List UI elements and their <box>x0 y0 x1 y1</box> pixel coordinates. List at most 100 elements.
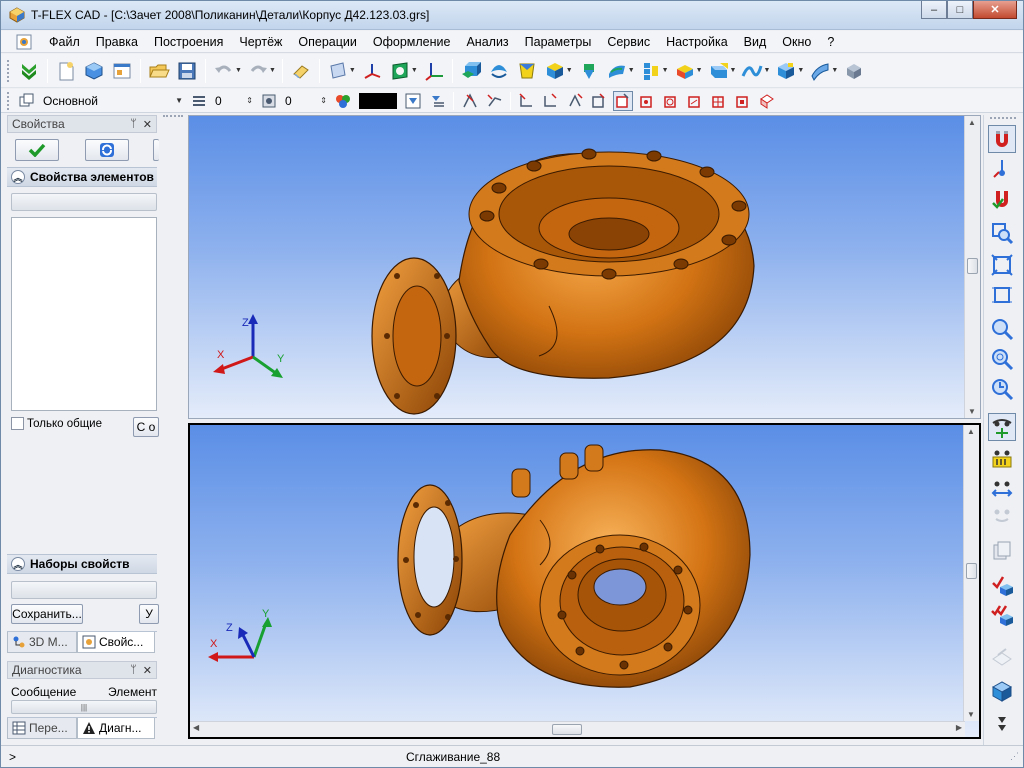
select-face-icon[interactable] <box>565 91 585 111</box>
menu-drawing[interactable]: Чертёж <box>231 31 290 53</box>
profile-icon[interactable] <box>388 59 412 83</box>
tab-variables[interactable]: Пере... <box>7 718 77 739</box>
partial-button-c[interactable]: С о <box>133 417 159 437</box>
save-sets-button[interactable]: Сохранить... <box>11 604 83 624</box>
resize-grip-icon[interactable]: ⋰ <box>1010 751 1019 762</box>
3d-viewport-bottom[interactable]: Z X Y ▲ ▼ ◀ ▶ <box>188 423 981 739</box>
snap-point-icon[interactable] <box>988 155 1016 183</box>
menu-file[interactable]: Файл <box>41 31 88 53</box>
viewport-top-vscroll[interactable]: ▲ ▼ <box>964 116 980 418</box>
save-icon[interactable] <box>175 59 199 83</box>
menu-window[interactable]: Окно <box>774 31 819 53</box>
property-sets-combo[interactable] <box>11 581 157 599</box>
menu-view[interactable]: Вид <box>736 31 775 53</box>
snap-vertex-icon[interactable] <box>460 91 480 111</box>
selector-list-icon[interactable] <box>427 91 447 111</box>
toolbar-grip[interactable] <box>7 91 11 110</box>
filter-icon[interactable] <box>403 91 423 111</box>
toolbar-options-icon[interactable] <box>988 715 1016 735</box>
axis-triad-icon[interactable] <box>422 59 446 83</box>
maximize-button[interactable]: □ <box>947 1 973 19</box>
menu-service[interactable]: Сервис <box>599 31 658 53</box>
partial-button-u[interactable]: У <box>139 604 159 624</box>
pan-view-icon[interactable] <box>988 445 1016 473</box>
chevron-green-icon[interactable] <box>17 59 41 83</box>
select-solid-icon[interactable] <box>661 91 681 111</box>
menu-analysis[interactable]: Анализ <box>458 31 516 53</box>
close-button[interactable]: ✕ <box>973 1 1017 19</box>
tab-properties[interactable]: Свойс... <box>77 632 155 653</box>
section-plane-icon[interactable] <box>988 643 1016 671</box>
fly-view-icon[interactable] <box>988 501 1016 529</box>
spline-icon[interactable] <box>740 59 764 83</box>
check-all-icon[interactable] <box>988 601 1016 629</box>
only-common-checkbox[interactable] <box>11 417 24 430</box>
column-message[interactable]: Сообщение <box>11 685 76 699</box>
select-body-icon[interactable] <box>589 91 609 111</box>
viewport-bottom-vscroll[interactable]: ▲ ▼ <box>963 425 979 721</box>
rotate-view-icon[interactable] <box>988 413 1016 441</box>
toolbar-grip[interactable] <box>990 117 1016 121</box>
refresh-button[interactable] <box>85 139 129 161</box>
magnet-icon[interactable] <box>988 125 1016 153</box>
toolbar-grip[interactable] <box>7 59 11 82</box>
scroll-thumb[interactable] <box>967 258 978 274</box>
loft-icon[interactable] <box>515 59 539 83</box>
scroll-up-icon[interactable]: ▲ <box>968 118 976 127</box>
zoom-window-icon[interactable] <box>988 219 1016 247</box>
menu-parameters[interactable]: Параметры <box>517 31 600 53</box>
scroll-thumb[interactable] <box>552 724 582 735</box>
undo-icon[interactable] <box>212 59 236 83</box>
zoom-in-icon[interactable] <box>988 315 1016 343</box>
view-cube-icon[interactable] <box>988 677 1016 705</box>
tab-3d-model[interactable]: 3D М... <box>7 632 77 653</box>
properties-list[interactable] <box>11 217 157 411</box>
pump-housing-view-top[interactable] <box>189 116 964 418</box>
level-spinner[interactable]: 0 ⇕ <box>211 92 257 110</box>
shell-icon[interactable] <box>543 59 567 83</box>
pump-housing-view-bottom[interactable] <box>190 425 963 721</box>
redo-icon[interactable] <box>246 59 270 83</box>
scroll-right-icon[interactable]: ▶ <box>956 723 962 732</box>
fit-page-icon[interactable] <box>988 281 1016 309</box>
scroll-up-icon[interactable]: ▲ <box>967 427 975 436</box>
pin-icon[interactable]: ᛘ <box>130 118 137 131</box>
select-loop-icon[interactable] <box>541 91 561 111</box>
open-folder-icon[interactable] <box>147 59 171 83</box>
menu-operations[interactable]: Операции <box>290 31 364 53</box>
array-icon[interactable] <box>639 59 663 83</box>
fillet-icon[interactable] <box>605 59 629 83</box>
section-icon[interactable] <box>707 59 731 83</box>
select-assembly-icon[interactable] <box>733 91 753 111</box>
new-drawing-icon[interactable] <box>110 59 134 83</box>
layer-select[interactable]: Основной ▼ <box>39 92 187 110</box>
copy-view-icon[interactable] <box>988 537 1016 565</box>
menu-help[interactable]: ? <box>819 31 842 53</box>
new-3d-model-icon[interactable] <box>82 59 106 83</box>
select-all-icon[interactable] <box>757 91 777 111</box>
rotate-icon[interactable] <box>487 59 511 83</box>
priority-spinner[interactable]: 0 ⇕ <box>281 92 331 110</box>
viewport-bottom-hscroll[interactable]: ◀ ▶ <box>190 721 965 737</box>
color-swatch[interactable] <box>359 92 397 109</box>
column-element[interactable]: Элемент <box>108 685 157 699</box>
snap-edge-icon[interactable] <box>484 91 504 111</box>
color-palette-icon[interactable] <box>333 91 353 111</box>
diagnostics-hscroll[interactable]: ||| <box>11 700 157 714</box>
pin-icon[interactable]: ᛘ <box>130 664 137 677</box>
check-model-icon[interactable] <box>988 571 1016 599</box>
menu-settings[interactable]: Настройка <box>658 31 736 53</box>
eraser-icon[interactable] <box>289 59 313 83</box>
scroll-thumb[interactable] <box>966 563 977 579</box>
select-operation-icon[interactable] <box>613 90 633 111</box>
menu-edit[interactable]: Правка <box>88 31 146 53</box>
lcs-icon[interactable] <box>360 59 384 83</box>
diagnostics-close-button[interactable]: ✕ <box>143 664 152 677</box>
scroll-left-icon[interactable]: ◀ <box>193 723 199 732</box>
zoom-out-icon[interactable] <box>988 345 1016 373</box>
new-document-icon[interactable] <box>54 59 78 83</box>
document-icon[interactable] <box>15 33 33 51</box>
minimize-button[interactable]: – <box>921 1 947 19</box>
boolean-icon[interactable] <box>577 59 601 83</box>
fit-all-icon[interactable] <box>988 251 1016 279</box>
